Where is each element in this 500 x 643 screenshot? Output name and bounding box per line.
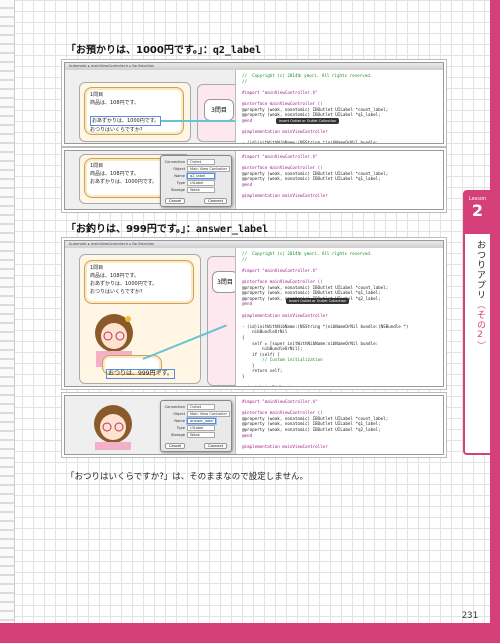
dialog-row-type[interactable]: Type UILabel (164, 180, 215, 186)
cancel-button[interactable]: Cancel (165, 198, 186, 204)
phone-screen: 1問目 商品は、108円です。 おあずかりは、1000円です。 おつりはいくらで… (79, 254, 201, 384)
page-edge-decoration (490, 0, 500, 643)
xcode-screenshot-3: Automatic ▸ mainViewController.h ▸ No Se… (64, 240, 444, 387)
heading-code: answer_label (195, 224, 269, 235)
code-lines: // Copyright (c) 2014年 ymori. All rights… (242, 73, 443, 144)
question-bubble: 1問目 商品は、108円です。 おあずかりは、1000円です。 おつりはいくらで… (84, 260, 194, 304)
code-line: - (void)viewDidLoad (242, 385, 443, 386)
lesson-title-main: おつりアプリ (475, 240, 485, 300)
binding-rings (0, 0, 15, 643)
bubble-line: 1問目 (90, 265, 104, 271)
insert-outlet-tooltip: Insert Outlet or Outlet Collection (276, 118, 340, 124)
answer-label[interactable]: おつりは、999円です。 (106, 369, 175, 379)
section-heading-q2: 「お預かりは、1000円です。」：q2_label (66, 41, 261, 56)
outlet-connection-dialog: Connection Outlet Object Main View Control… (160, 400, 232, 452)
code-editor[interactable]: // Copyright (c) 2014年 ymori. All rights… (235, 248, 443, 386)
book-page: 「お預かりは、1000円です。」：q2_label Automatic ▸ ma… (0, 0, 500, 643)
heading-text: 「お預かりは、1000円です。」： (66, 45, 213, 56)
code-editor[interactable]: #import "mainViewController.h" @interfac… (235, 396, 443, 454)
lesson-badge: Lesson 2 (465, 192, 490, 234)
lesson-title-sub: （その2） (475, 300, 485, 351)
dialog-row-connection[interactable]: Connection Outlet (164, 159, 215, 165)
page-number: 231 (461, 611, 478, 621)
xcode-screenshot-4: Connection Outlet Object Main View Control… (64, 395, 444, 455)
interface-builder-pane: 1問目 商品は、108円です。 おあずかりは、1000円です。 おつりはいくらで… (65, 70, 241, 143)
code-editor[interactable]: #import "mainViewController.h" @interfac… (235, 151, 443, 209)
screen3-label: 3問目 (204, 99, 234, 121)
question-bubble: 1問目 商品は、108円です。 おあずかりは、1000円です。 おつりはいくらで… (84, 87, 184, 135)
connection-drag-line (161, 120, 241, 122)
bubble-line: おあずかりは、1000円です。 (90, 281, 158, 287)
next-screen: 3問目 (197, 84, 239, 142)
bubble-line: 商品は、108円です。 (90, 273, 140, 279)
outlet-name-field[interactable]: q2_label (187, 173, 215, 179)
connect-button[interactable]: Connect (204, 443, 227, 449)
answer-bubble: おつりは、999円です。 (102, 355, 175, 379)
code-lines: #import "mainViewController.h" @interfac… (242, 154, 443, 199)
interface-builder-pane: 1問目 商品は、108円です。 おあずかりは、1000円です。 おつりはいくらで… (65, 248, 239, 386)
outlet-connection-dialog: Connection Outlet Object Main View Control… (160, 155, 232, 207)
lesson-side-tab: Lesson 2 おつりアプリ（その2） (463, 190, 490, 455)
bubble-line: おつりはいくらですか? (90, 127, 143, 133)
page-footer-band (0, 623, 500, 643)
xcode-screenshot-2: 1問目 商品は、108円です。 おあずかりは、1000円です。 Connecti… (64, 150, 444, 210)
xcode-screenshot-1: Automatic ▸ mainViewController.h ▸ No Se… (64, 62, 444, 144)
dialog-row-object: Object Main View Controller (164, 411, 231, 417)
dialog-row-storage[interactable]: Storage Weak (164, 432, 215, 438)
bubble-line: 商品は、108円です。 (90, 100, 140, 106)
dialog-row-object: Object Main View Controller (164, 166, 231, 172)
connect-button[interactable]: Connect (204, 198, 227, 204)
dialog-row-storage[interactable]: Storage Weak (164, 187, 215, 193)
lesson-title: おつりアプリ（その2） (468, 240, 487, 351)
outlet-name-field[interactable]: answer_label (187, 418, 217, 424)
lesson-number: 2 (471, 201, 484, 220)
code-line: @implementation mainViewController (242, 193, 328, 199)
selected-label[interactable]: おあずかりは、1000円です。 (90, 116, 162, 126)
code-editor[interactable]: // Copyright (c) 2014年 ymori. All rights… (235, 70, 443, 143)
code-line: @implementation mainViewController (242, 443, 328, 449)
dialog-row-connection[interactable]: Connection Outlet (164, 404, 215, 410)
heading-code: q2_label (212, 45, 262, 56)
heading-text: 「お釣りは、999円です。」： (66, 224, 196, 235)
bubble-line: おつりはいくらですか? (90, 289, 143, 295)
body-caption: 「おつりはいくらですか?」は、そのままなので設定しません。 (66, 472, 309, 482)
section-heading-answer: 「お釣りは、999円です。」：answer_label (66, 220, 268, 235)
dialog-row-name[interactable]: Name answer_label (164, 418, 217, 424)
bubble-line: 1問目 (90, 92, 104, 98)
code-line: - (id)initWithNibName:(NSString *)nibNam… (242, 140, 379, 144)
code-lines: #import "mainViewController.h" @interfac… (242, 399, 443, 449)
cancel-button[interactable]: Cancel (165, 443, 186, 449)
phone-screen: 1問目 商品は、108円です。 おあずかりは、1000円です。 おつりはいくらで… (79, 82, 191, 142)
dialog-row-name[interactable]: Name q2_label (164, 173, 215, 179)
code-lines: // Copyright (c) 2014年 ymori. All rights… (242, 251, 443, 386)
insert-outlet-tooltip: Insert Outlet or Outlet Collection (286, 298, 350, 304)
dialog-row-type[interactable]: Type UILabel (164, 425, 215, 431)
character-illustration (94, 405, 132, 450)
